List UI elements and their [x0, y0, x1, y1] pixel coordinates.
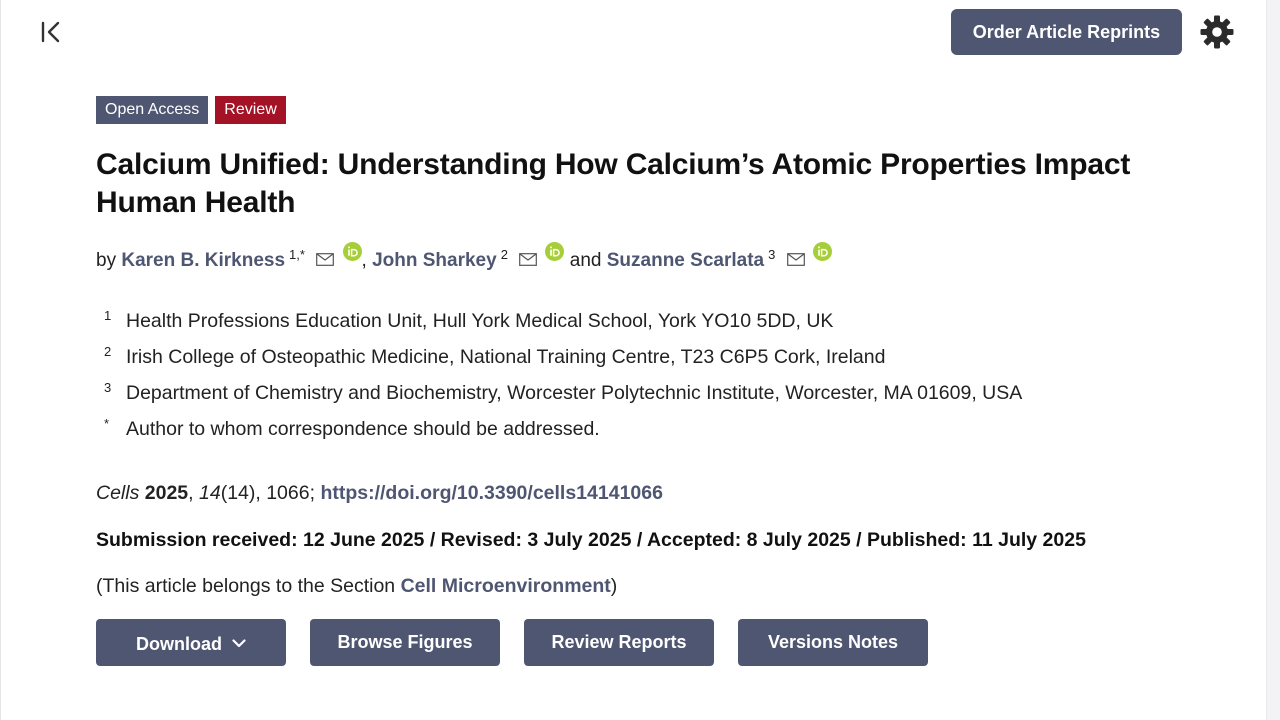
affiliation-item: 2 Irish College of Osteopathic Medicine, … — [104, 334, 1022, 370]
affiliation-number: 2 — [104, 344, 112, 359]
author-link-kirkness[interactable]: Karen B. Kirkness — [121, 250, 285, 271]
affiliation-text: Author to whom correspondence should be … — [126, 418, 600, 440]
orcid-icon[interactable] — [545, 239, 565, 261]
affiliation-number: 3 — [104, 380, 112, 395]
article-title: Calcium Unified: Understanding How Calci… — [96, 148, 1131, 219]
review-reports-button[interactable]: Review Reports — [524, 619, 714, 666]
scrollbar-track[interactable] — [1266, 0, 1280, 720]
gear-icon[interactable] — [1197, 12, 1237, 52]
download-label: Download — [136, 634, 222, 654]
citation-issue-pages: (14), 1066; — [220, 482, 316, 504]
affiliation-number: * — [104, 416, 110, 431]
publication-dates: Submission received: 12 June 2025 / Revi… — [96, 529, 1086, 551]
doi-link[interactable]: https://doi.org/10.3390/cells14141066 — [320, 482, 663, 504]
affiliation-item: * Author to whom correspondence should be… — [104, 406, 1022, 442]
chevron-down-icon — [232, 619, 246, 648]
orcid-icon[interactable] — [342, 239, 362, 261]
affiliation-number: 1 — [104, 308, 112, 323]
author-affil-sup: 1,* — [289, 247, 305, 262]
affiliation-text: Department of Chemistry and Biochemistry… — [126, 382, 1023, 404]
citation-line: Cells 2025, 14(14), 1066; https://doi.or… — [96, 482, 663, 504]
email-icon[interactable] — [786, 244, 805, 266]
section-suffix: ) — [610, 575, 618, 597]
affiliation-text: Health Professions Education Unit, Hull … — [126, 310, 834, 332]
author-affil-sup: 2 — [500, 247, 508, 262]
download-button[interactable]: Download — [96, 619, 286, 666]
browse-figures-button[interactable]: Browse Figures — [310, 619, 500, 666]
author-list: by Karen B. Kirkness 1,* , John Sharkey 2 … — [96, 238, 832, 278]
affiliation-item: 3 Department of Chemistry and Biochemistr… — [104, 370, 1022, 406]
citation-volume: 14 — [199, 482, 221, 504]
collapse-left-icon[interactable] — [38, 18, 66, 46]
by-label: by — [96, 250, 117, 271]
review-badge: Review — [215, 96, 286, 124]
article-badges: Open Access Review — [96, 96, 286, 124]
affiliation-text: Irish College of Osteopathic Medicine, N… — [126, 346, 886, 368]
and-label: and — [569, 250, 602, 271]
order-reprints-button[interactable]: Order Article Reprints — [951, 9, 1182, 55]
orcid-icon[interactable] — [812, 239, 832, 261]
section-info: (This article belongs to the Section Cel… — [96, 571, 617, 601]
author-link-sharkey[interactable]: John Sharkey — [372, 250, 497, 271]
author-affil-sup: 3 — [768, 247, 776, 262]
open-access-badge: Open Access — [96, 96, 209, 124]
section-prefix: (This article belongs to the Section — [96, 575, 401, 597]
email-icon[interactable] — [519, 244, 538, 266]
citation-year: 2025 — [144, 482, 189, 504]
author-link-scarlata[interactable]: Suzanne Scarlata — [607, 250, 764, 271]
section-link[interactable]: Cell Microenvironment — [401, 575, 611, 597]
journal-name: Cells — [96, 482, 140, 504]
affiliation-list: 1 Health Professions Education Unit, Hull… — [104, 298, 1022, 442]
versions-notes-button[interactable]: Versions Notes — [738, 619, 928, 666]
affiliation-item: 1 Health Professions Education Unit, Hull… — [104, 298, 1022, 334]
email-icon[interactable] — [316, 244, 335, 266]
page-left-border — [0, 0, 1, 720]
